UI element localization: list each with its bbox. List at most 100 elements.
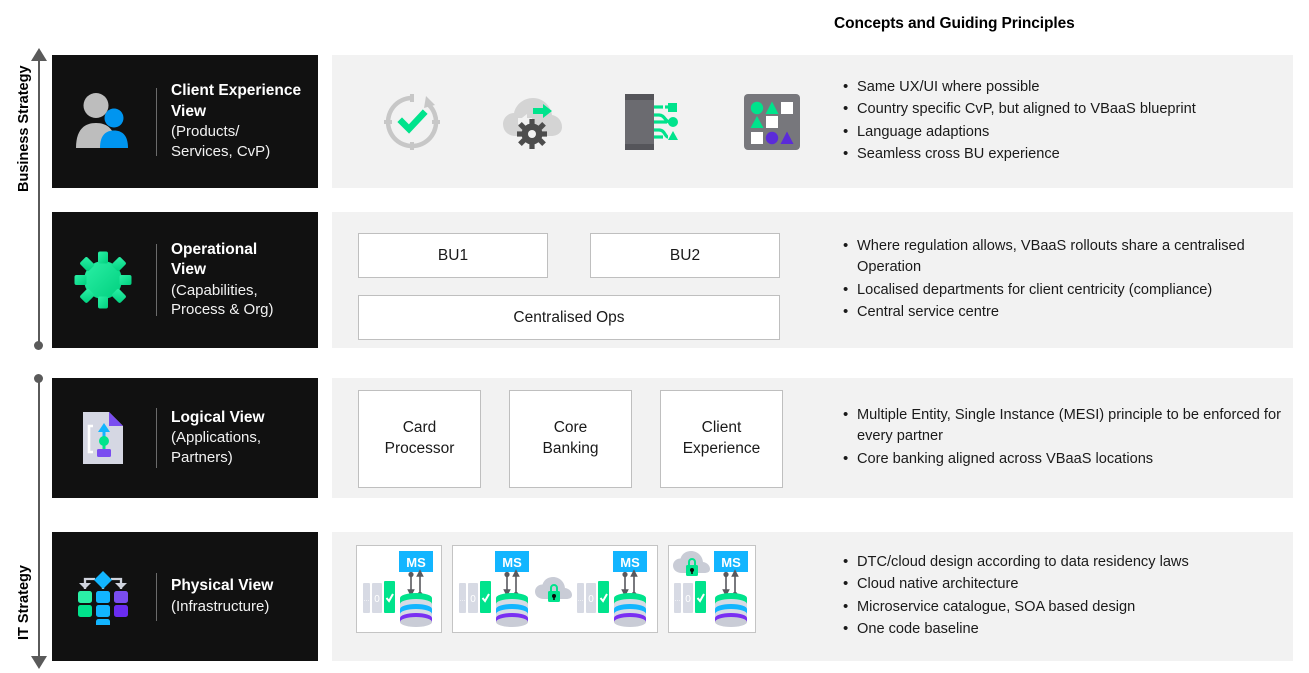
ms-label: MS: [406, 555, 426, 570]
svg-text:...: ...: [675, 596, 681, 603]
box-centralised-ops[interactable]: Centralised Ops: [358, 295, 780, 340]
list-item: Microservice catalogue, SOA based design: [843, 595, 1287, 618]
box-label-line2: Experience: [682, 440, 761, 457]
card-title-line1: Operational: [171, 240, 258, 258]
svg-text:0: 0: [685, 594, 691, 605]
panel-physical: ... 0 MS ... 0 MS ... 0 MS ... 0 MS • DT…: [332, 532, 1293, 661]
infra-diagrams-physical: ... 0 MS ... 0 MS ... 0 MS ... 0 MS: [332, 532, 832, 661]
svg-text:0: 0: [588, 594, 594, 605]
app-tiles-icon: [712, 92, 832, 152]
list-item: Seamless cross BU experience: [843, 143, 1287, 166]
list-item: Multiple Entity, Single Instance (MESI) …: [843, 404, 1287, 448]
card-logical-view[interactable]: Logical View (Applications, Partners): [52, 378, 318, 498]
panel-client-experience: Same UX/UI where possible Country specif…: [332, 55, 1293, 188]
list-item: Central service centre: [843, 301, 1287, 324]
list-item: Country specific CvP, but aligned to VBa…: [843, 98, 1287, 121]
box-label-line1: Client: [701, 419, 742, 437]
centralised-ops-row: Centralised Ops: [358, 295, 808, 340]
list-item: Where regulation allows, VBaaS rollouts …: [843, 235, 1287, 279]
list-item: Localised departments for client centric…: [843, 278, 1287, 301]
card-title-line2: View: [171, 102, 207, 120]
axis-line-it: [38, 380, 40, 658]
bullet-list: DTC/cloud design according to data resid…: [835, 551, 1287, 642]
card-text-operational: Operational View (Capabilities, Process …: [171, 240, 274, 321]
bullet-list: Multiple Entity, Single Instance (MESI) …: [835, 404, 1287, 471]
org-boxes-operational: BU1 BU2 Centralised Ops: [332, 212, 832, 348]
card-subtitle-line2: Partners): [171, 449, 233, 467]
infra-unit-3[interactable]: ... 0 MS: [668, 545, 756, 633]
bullet-list: Where regulation allows, VBaaS rollouts …: [835, 235, 1287, 325]
bullets-logical: Multiple Entity, Single Instance (MESI) …: [835, 378, 1287, 498]
card-text-physical: Physical View (Infrastructure): [171, 576, 273, 616]
card-text-client-experience: Client Experience View (Products/ Servic…: [171, 81, 301, 162]
list-item: Cloud native architecture: [843, 573, 1287, 596]
ms-label: MS: [721, 555, 741, 570]
axis-label-business-strategy: Business Strategy: [16, 65, 32, 192]
icon-strip-client-experience: [332, 55, 832, 188]
card-divider: [156, 87, 157, 156]
network-nodes-icon: [64, 569, 142, 625]
box-label-line2: Banking: [542, 440, 599, 457]
list-item: Same UX/UI where possible: [843, 76, 1287, 99]
ms-label: MS: [620, 555, 640, 570]
cloud-lock-icon: [673, 551, 710, 576]
mobile-integration-icon: [592, 91, 712, 153]
list-item: One code baseline: [843, 618, 1287, 641]
cloud-sync-gear-icon: [472, 94, 592, 150]
card-divider: [156, 244, 157, 316]
document-shapes-icon: [64, 410, 142, 466]
app-boxes-logical: Card Processor Core Banking Client Exper…: [332, 378, 832, 498]
bu-row: BU1 BU2: [358, 233, 808, 278]
arrow-down-icon: [31, 656, 47, 669]
bullets-client-experience: Same UX/UI where possible Country specif…: [835, 55, 1287, 188]
clock-check-icon: [352, 92, 472, 152]
panel-logical: Card Processor Core Banking Client Exper…: [332, 378, 1293, 498]
card-divider: [156, 408, 157, 468]
bullets-physical: DTC/cloud design according to data resid…: [835, 532, 1287, 661]
card-subtitle-line1: (Applications,: [171, 429, 262, 447]
cloud-lock-icon: [535, 577, 572, 602]
svg-text:0: 0: [470, 594, 476, 605]
card-subtitle-line2: Services, CvP): [171, 142, 271, 160]
list-item: Core banking aligned across VBaaS locati…: [843, 448, 1287, 471]
svg-text:...: ...: [460, 596, 466, 603]
box-label-line1: Core: [553, 419, 588, 437]
people-icon: [64, 91, 142, 153]
infra-unit-2[interactable]: ... 0 MS ... 0 MS: [452, 545, 658, 633]
svg-text:...: ...: [364, 596, 370, 603]
panel-operational: BU1 BU2 Centralised Ops Where regulation…: [332, 212, 1293, 348]
box-core-banking[interactable]: Core Banking: [509, 390, 632, 488]
card-title-line1: Logical View: [171, 408, 265, 426]
page-title: Concepts and Guiding Principles: [834, 15, 1075, 32]
box-bu1[interactable]: BU1: [358, 233, 548, 278]
card-subtitle-line1: (Products/: [171, 123, 240, 141]
card-text-logical: Logical View (Applications, Partners): [171, 408, 265, 468]
box-label-line2: Processor: [384, 440, 455, 457]
card-physical-view[interactable]: Physical View (Infrastructure): [52, 532, 318, 661]
card-subtitle-line2: Process & Org): [171, 301, 274, 319]
card-title-line1: Client Experience: [171, 82, 302, 100]
svg-text:0: 0: [374, 594, 380, 605]
dot-marker-icon: [34, 341, 43, 350]
gear-icon: [64, 251, 142, 309]
card-divider: [156, 572, 157, 621]
ms-label: MS: [502, 555, 522, 570]
list-item: DTC/cloud design according to data resid…: [843, 551, 1287, 574]
axis-label-it-strategy: IT Strategy: [16, 565, 32, 640]
card-subtitle-line1: (Infrastructure): [171, 597, 270, 615]
infra-unit-1[interactable]: ... 0 MS: [356, 545, 442, 633]
list-item: Language adaptions: [843, 120, 1287, 143]
bullet-list: Same UX/UI where possible Country specif…: [835, 76, 1287, 167]
card-title-line2: View: [171, 261, 207, 279]
card-operational-view[interactable]: Operational View (Capabilities, Process …: [52, 212, 318, 348]
card-client-experience-view[interactable]: Client Experience View (Products/ Servic…: [52, 55, 318, 188]
bullets-operational: Where regulation allows, VBaaS rollouts …: [835, 212, 1287, 348]
box-card-processor[interactable]: Card Processor: [358, 390, 481, 488]
strategy-axis: Business Strategy IT Strategy: [0, 0, 52, 673]
card-title-line1: Physical View: [171, 577, 274, 595]
card-subtitle-line1: (Capabilities,: [171, 281, 258, 299]
svg-text:...: ...: [578, 596, 584, 603]
box-client-experience[interactable]: Client Experience: [660, 390, 783, 488]
box-label-line1: Card: [402, 419, 437, 437]
box-bu2[interactable]: BU2: [590, 233, 780, 278]
